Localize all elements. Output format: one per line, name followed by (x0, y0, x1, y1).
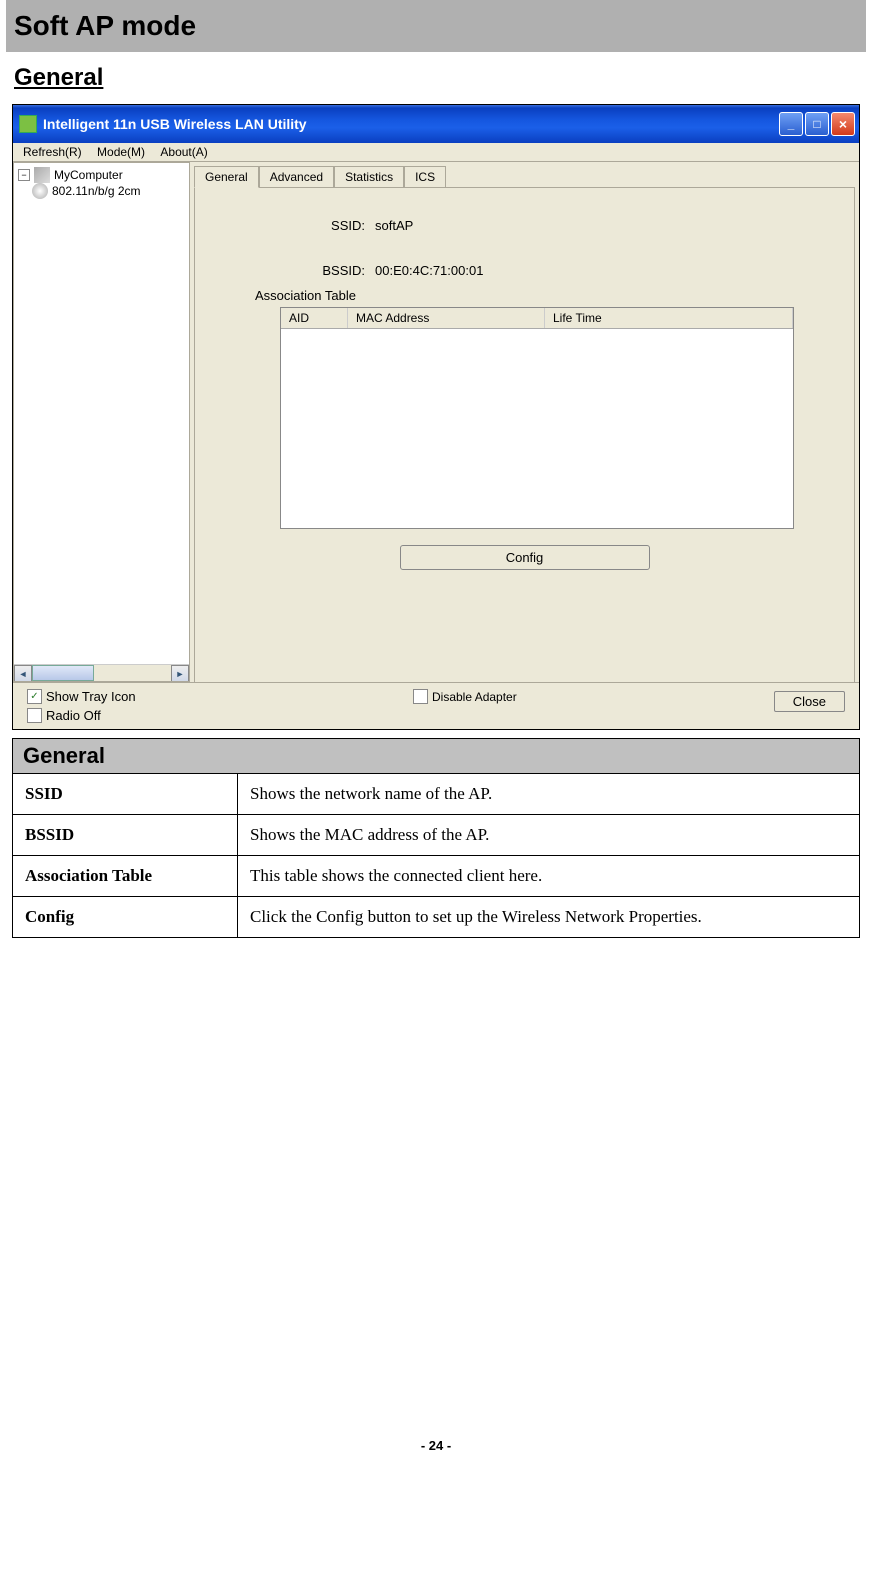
ssid-value: softAP (375, 218, 834, 233)
disable-adapter-checkbox[interactable] (413, 689, 428, 704)
tab-statistics[interactable]: Statistics (334, 166, 404, 188)
row-val: Click the Config button to set up the Wi… (238, 897, 860, 938)
row-key: Config (13, 897, 238, 938)
radio-off-checkbox[interactable] (27, 708, 42, 723)
close-window-button[interactable]: × (831, 112, 855, 136)
col-aid[interactable]: AID (281, 308, 348, 328)
app-icon (19, 115, 37, 133)
tab-advanced[interactable]: Advanced (259, 166, 334, 188)
col-life[interactable]: Life Time (545, 308, 793, 328)
window-title: Intelligent 11n USB Wireless LAN Utility (43, 116, 307, 132)
menubar: Refresh(R) Mode(M) About(A) (13, 143, 859, 162)
maximize-button[interactable]: □ (805, 112, 829, 136)
bottom-bar: ✓ Show Tray Icon Radio Off Disable Adapt… (13, 682, 859, 729)
tab-content: SSID: softAP BSSID: 00:E0:4C:71:00:01 As… (194, 187, 855, 689)
app-window: Intelligent 11n USB Wireless LAN Utility… (13, 105, 859, 729)
table-row: BSSID Shows the MAC address of the AP. (13, 815, 860, 856)
computer-icon (34, 167, 50, 183)
tab-ics[interactable]: ICS (404, 166, 446, 188)
tree-collapse-icon[interactable]: − (18, 169, 30, 181)
menu-about[interactable]: About(A) (154, 143, 213, 161)
horizontal-scrollbar[interactable]: ◄ ► (14, 664, 189, 681)
screenshot-container: Intelligent 11n USB Wireless LAN Utility… (12, 104, 860, 730)
table-row: Config Click the Config button to set up… (13, 897, 860, 938)
tree-root-label: MyComputer (54, 168, 123, 182)
wlan-icon (32, 183, 48, 199)
menu-mode[interactable]: Mode(M) (91, 143, 151, 161)
association-table: AID MAC Address Life Time (280, 307, 794, 529)
row-val: Shows the MAC address of the AP. (238, 815, 860, 856)
page-number: - 24 - (6, 1438, 866, 1463)
tree-root-item[interactable]: − MyComputer (18, 167, 185, 183)
disable-adapter-label: Disable Adapter (432, 690, 517, 704)
col-mac[interactable]: MAC Address (348, 308, 545, 328)
row-key: Association Table (13, 856, 238, 897)
minimize-button[interactable]: _ (779, 112, 803, 136)
show-tray-label: Show Tray Icon (46, 689, 136, 704)
row-key: BSSID (13, 815, 238, 856)
close-button[interactable]: Close (774, 691, 845, 712)
bssid-label: BSSID: (215, 263, 375, 278)
tab-strip: General Advanced Statistics ICS (194, 166, 855, 188)
chapter-title: Soft AP mode (6, 0, 866, 52)
bssid-value: 00:E0:4C:71:00:01 (375, 263, 834, 278)
titlebar: Intelligent 11n USB Wireless LAN Utility… (13, 105, 859, 143)
tab-general[interactable]: General (194, 166, 259, 188)
tree-child-item[interactable]: 802.11n/b/g 2cm (18, 183, 185, 199)
info-table-header: General (13, 739, 860, 774)
scroll-right-icon[interactable]: ► (171, 665, 189, 682)
scroll-left-icon[interactable]: ◄ (14, 665, 32, 682)
row-val: Shows the network name of the AP. (238, 774, 860, 815)
row-key: SSID (13, 774, 238, 815)
show-tray-checkbox[interactable]: ✓ (27, 689, 42, 704)
right-pane: General Advanced Statistics ICS SSID: so… (190, 162, 859, 682)
association-table-label: Association Table (255, 288, 834, 303)
tree-pane: − MyComputer 802.11n/b/g 2cm ◄ (13, 162, 190, 682)
radio-off-label: Radio Off (46, 708, 101, 723)
tree-child-label: 802.11n/b/g 2cm (52, 184, 141, 198)
section-title: General (6, 52, 866, 100)
config-button[interactable]: Config (400, 545, 650, 570)
info-table: General SSID Shows the network name of t… (12, 738, 860, 938)
ssid-label: SSID: (215, 218, 375, 233)
table-row: SSID Shows the network name of the AP. (13, 774, 860, 815)
row-val: This table shows the connected client he… (238, 856, 860, 897)
table-row: Association Table This table shows the c… (13, 856, 860, 897)
menu-refresh[interactable]: Refresh(R) (17, 143, 88, 161)
scroll-thumb[interactable] (32, 665, 94, 681)
